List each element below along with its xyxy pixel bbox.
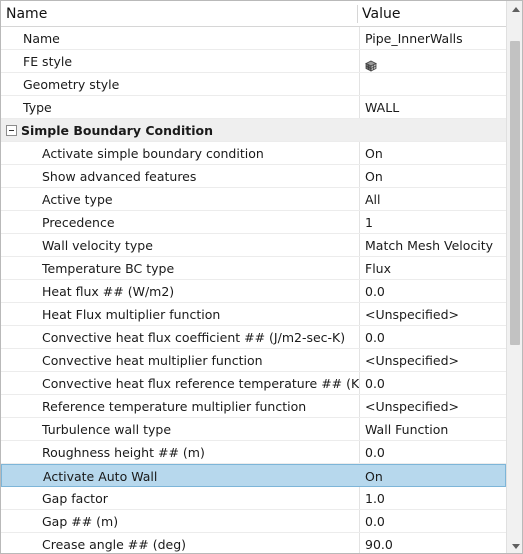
property-label: Convective heat multiplier function [42, 353, 263, 368]
property-row[interactable]: Gap ## (m) 0.0 [1, 510, 506, 533]
property-row[interactable]: Roughness height ## (m) 0.0 [1, 441, 506, 464]
collapse-icon[interactable] [6, 125, 17, 136]
property-row-geometry-style[interactable]: Geometry style [1, 73, 506, 96]
property-label: Convective heat flux coefficient ## (J/m… [42, 330, 346, 345]
property-value-cell[interactable]: Match Mesh Velocity [359, 234, 506, 257]
property-value-cell[interactable]: On [359, 165, 506, 188]
property-label: FE style [23, 54, 73, 69]
property-value-cell[interactable]: Pipe_InnerWalls [359, 27, 506, 50]
property-value-cell[interactable]: All [359, 188, 506, 211]
value-column-header[interactable]: Value [362, 1, 400, 27]
property-label: Crease angle ## (deg) [42, 537, 187, 552]
cube-icon [365, 56, 377, 72]
property-row[interactable]: Heat flux ## (W/m2) 0.0 [1, 280, 506, 303]
property-value-cell[interactable]: <Unspecified> [359, 395, 506, 418]
group-name-cell: Simple Boundary Condition [1, 119, 359, 142]
property-value-cell[interactable]: On [359, 464, 506, 487]
property-row[interactable]: Active type All [1, 188, 506, 211]
property-name-cell: Geometry style [1, 73, 359, 96]
property-value-cell[interactable]: WALL [359, 96, 506, 119]
property-label: Gap factor [42, 491, 108, 506]
property-label: Heat Flux multiplier function [42, 307, 221, 322]
property-label: Roughness height ## (m) [42, 445, 205, 460]
property-row[interactable]: Temperature BC type Flux [1, 257, 506, 280]
property-row-fe-style[interactable]: FE style [1, 50, 506, 73]
property-value-cell[interactable]: 0.0 [359, 510, 506, 533]
scroll-down-arrow-icon[interactable] [507, 538, 522, 553]
scroll-thumb[interactable] [510, 41, 520, 345]
group-label: Simple Boundary Condition [21, 123, 213, 138]
property-value-cell[interactable]: <Unspecified> [359, 349, 506, 372]
property-label: Activate simple boundary condition [42, 146, 264, 161]
property-value-cell[interactable]: 1 [359, 211, 506, 234]
property-label: Precedence [42, 215, 115, 230]
property-row[interactable]: Convective heat flux reference temperatu… [1, 372, 506, 395]
property-value-cell[interactable]: 1.0 [359, 487, 506, 510]
property-value-cell[interactable] [359, 50, 506, 73]
property-row-name[interactable]: Name Pipe_InnerWalls [1, 27, 506, 50]
property-label: Heat flux ## (W/m2) [42, 284, 175, 299]
property-name-cell: Type [1, 96, 359, 119]
column-divider[interactable] [357, 5, 358, 23]
property-value-cell[interactable]: 0.0 [359, 372, 506, 395]
property-value-cell[interactable]: <Unspecified> [359, 303, 506, 326]
property-label: Geometry style [23, 77, 120, 92]
column-header: Name Value [1, 1, 506, 27]
name-column-header[interactable]: Name [6, 1, 47, 27]
property-label: Type [23, 100, 52, 115]
property-value-cell[interactable]: 90.0 [359, 533, 506, 553]
property-label: Name [23, 31, 60, 46]
property-row[interactable]: Turbulence wall type Wall Function [1, 418, 506, 441]
property-value-cell[interactable]: 0.0 [359, 280, 506, 303]
property-tree: Name Pipe_InnerWalls FE style Geometry s… [1, 27, 506, 553]
property-label: Temperature BC type [42, 261, 175, 276]
group-header-simple-boundary-condition[interactable]: Simple Boundary Condition [1, 119, 506, 142]
property-name-cell: Name [1, 27, 359, 50]
property-label: Gap ## (m) [42, 514, 119, 529]
scroll-up-arrow-icon[interactable] [507, 1, 522, 18]
property-label: Reference temperature multiplier functio… [42, 399, 307, 414]
property-row[interactable]: Wall velocity type Match Mesh Velocity [1, 234, 506, 257]
property-row[interactable]: Reference temperature multiplier functio… [1, 395, 506, 418]
property-label: Turbulence wall type [42, 422, 172, 437]
property-panel: Name Value Name Pipe_InnerWalls FE style [0, 0, 523, 554]
property-row[interactable]: Convective heat flux coefficient ## (J/m… [1, 326, 506, 349]
property-row-type[interactable]: Type WALL [1, 96, 506, 119]
property-value-cell[interactable]: Flux [359, 257, 506, 280]
property-row[interactable]: Convective heat multiplier function <Uns… [1, 349, 506, 372]
property-row[interactable]: Gap factor 1.0 [1, 487, 506, 510]
property-value-cell[interactable]: 0.0 [359, 441, 506, 464]
property-label: Activate Auto Wall [43, 469, 158, 484]
property-value-cell[interactable]: 0.0 [359, 326, 506, 349]
property-label: Active type [42, 192, 113, 207]
vertical-scrollbar[interactable] [506, 1, 522, 553]
property-label: Wall velocity type [42, 238, 153, 253]
property-value-cell[interactable]: Wall Function [359, 418, 506, 441]
property-row[interactable]: Activate simple boundary condition On [1, 142, 506, 165]
property-row[interactable]: Heat Flux multiplier function <Unspecifi… [1, 303, 506, 326]
property-row[interactable]: Show advanced features On [1, 165, 506, 188]
property-value-cell[interactable]: On [359, 142, 506, 165]
property-label: Show advanced features [42, 169, 197, 184]
property-row[interactable]: Crease angle ## (deg) 90.0 [1, 533, 506, 553]
property-label: Convective heat flux reference temperatu… [42, 376, 359, 391]
property-row[interactable]: Precedence 1 [1, 211, 506, 234]
property-name-cell: FE style [1, 50, 359, 73]
property-value-cell[interactable] [359, 73, 506, 96]
property-row-selected[interactable]: Activate Auto Wall On [1, 464, 506, 487]
